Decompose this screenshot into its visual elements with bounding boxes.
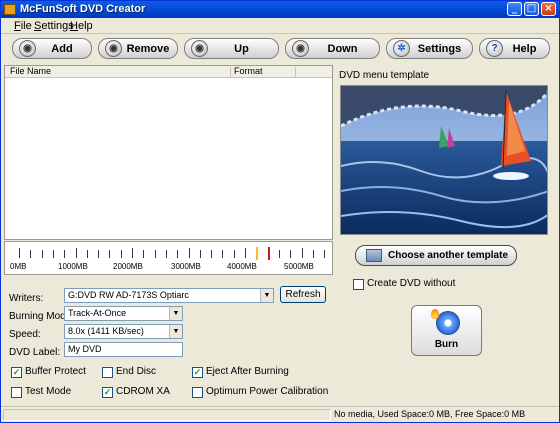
ruler-tick <box>312 250 314 258</box>
minimize-button[interactable]: _ <box>507 2 522 16</box>
remove-icon: ◉ <box>105 40 122 57</box>
dvd-label-input[interactable]: My DVD <box>64 342 183 357</box>
add-icon: ◉ <box>19 40 36 57</box>
ruler-tick <box>19 248 20 258</box>
file-list-header: File Name Format <box>5 66 332 78</box>
burn-button[interactable]: Burn <box>411 305 482 356</box>
capacity-ruler: 0MB 1000MB 2000MB 3000MB 4000MB 5000MB <box>4 241 333 275</box>
writer-select[interactable]: G:DVD RW AD-7173S Optiarc ▼ <box>64 288 274 303</box>
ruler-tick <box>120 250 122 258</box>
ruler-tick <box>199 250 201 258</box>
status-bar: No media, Used Space:0 MB, Free Space:0 … <box>1 406 559 422</box>
ruler-tick <box>132 248 133 258</box>
up-icon: ◉ <box>191 40 208 57</box>
tick-label: 0MB <box>10 262 27 271</box>
ruler-tick <box>109 250 111 258</box>
writers-label: Writers: <box>9 293 44 304</box>
flame-icon <box>431 309 439 319</box>
ruler-tick <box>278 250 280 258</box>
ruler-tick <box>86 250 88 258</box>
app-window: McFunSoft DVD Creator _ □ × File Setting… <box>0 0 560 423</box>
choose-template-button[interactable]: Choose another template <box>355 245 517 266</box>
chevron-down-icon[interactable]: ▼ <box>169 307 182 320</box>
image-icon <box>366 249 382 262</box>
app-icon <box>4 4 16 15</box>
settings-button[interactable]: ✲ Settings <box>386 38 473 59</box>
add-button[interactable]: ◉ Add <box>12 38 92 59</box>
ruler-tick <box>324 250 326 258</box>
help-icon: ? <box>486 40 503 57</box>
remove-button[interactable]: ◉ Remove <box>98 38 178 59</box>
file-list[interactable]: File Name Format <box>4 65 333 240</box>
refresh-button[interactable]: Refresh <box>280 286 326 303</box>
down-button[interactable]: ◉ Down <box>285 38 380 59</box>
ruler-tick <box>165 250 167 258</box>
chevron-down-icon[interactable]: ▼ <box>260 289 273 302</box>
burning-mode-select[interactable]: Track-At-Once ▼ <box>64 306 183 321</box>
menu-help[interactable]: Help <box>70 20 93 32</box>
checkbox-checked-icon: ✓ <box>192 367 203 378</box>
ruler-tick <box>98 250 100 258</box>
ruler-tick <box>41 250 43 258</box>
speed-label: Speed: <box>9 329 41 340</box>
maximize-button[interactable]: □ <box>524 2 539 16</box>
ruler-tick <box>143 250 145 258</box>
title-bar[interactable]: McFunSoft DVD Creator _ □ × <box>1 1 559 18</box>
ruler-tick <box>177 250 179 258</box>
options-panel: Writers: G:DVD RW AD-7173S Optiarc ▼ Ref… <box>4 278 333 405</box>
ruler-tick <box>75 248 77 258</box>
checkbox-checked-icon: ✓ <box>102 387 113 398</box>
chevron-down-icon[interactable]: ▼ <box>169 325 182 338</box>
close-button[interactable]: × <box>541 2 556 16</box>
settings-icon: ✲ <box>393 40 410 57</box>
dvd-dl-capacity-marker <box>268 247 270 260</box>
menu-settings[interactable]: Settings <box>34 20 74 32</box>
checkbox-checked-icon: ✓ <box>11 367 22 378</box>
menu-file[interactable]: File <box>14 20 32 32</box>
ruler-tick <box>30 250 32 258</box>
toolbar: ◉ Add ◉ Remove ◉ Up ◉ Down ✲ Settings ? … <box>1 34 559 64</box>
ruler-tick <box>188 248 190 258</box>
ruler-tick <box>301 248 303 258</box>
ruler-tick <box>233 250 235 258</box>
ruler-tick <box>154 250 156 258</box>
disc-icon <box>436 311 460 335</box>
tick-label: 1000MB <box>58 262 88 271</box>
template-panel: DVD menu template Choose another templat… <box>336 65 558 405</box>
menu-bar: File Settings Help <box>1 18 559 34</box>
ruler-tick <box>64 250 66 258</box>
ruler-tick <box>290 250 292 258</box>
help-button[interactable]: ? Help <box>479 38 550 59</box>
tick-label: 5000MB <box>284 262 314 271</box>
tick-label: 2000MB <box>113 262 143 271</box>
template-preview-image <box>340 85 548 235</box>
tick-label: 3000MB <box>171 262 201 271</box>
column-file-name[interactable]: File Name <box>10 66 51 76</box>
speed-select[interactable]: 8.0x (1411 KB/sec) ▼ <box>64 324 183 339</box>
dvd-label-label: DVD Label: <box>9 347 61 358</box>
ruler-tick <box>211 250 213 258</box>
column-format[interactable]: Format <box>234 66 263 76</box>
template-title: DVD menu template <box>339 70 430 81</box>
up-button[interactable]: ◉ Up <box>184 38 279 59</box>
dvd-capacity-marker <box>256 247 258 260</box>
ruler-tick <box>52 250 54 258</box>
ruler-tick <box>245 248 246 258</box>
window-title: McFunSoft DVD Creator <box>20 3 146 15</box>
status-text: No media, Used Space:0 MB, Free Space:0 … <box>334 409 526 419</box>
tick-label: 4000MB <box>227 262 257 271</box>
down-icon: ◉ <box>292 40 309 57</box>
ruler-tick <box>222 250 224 258</box>
